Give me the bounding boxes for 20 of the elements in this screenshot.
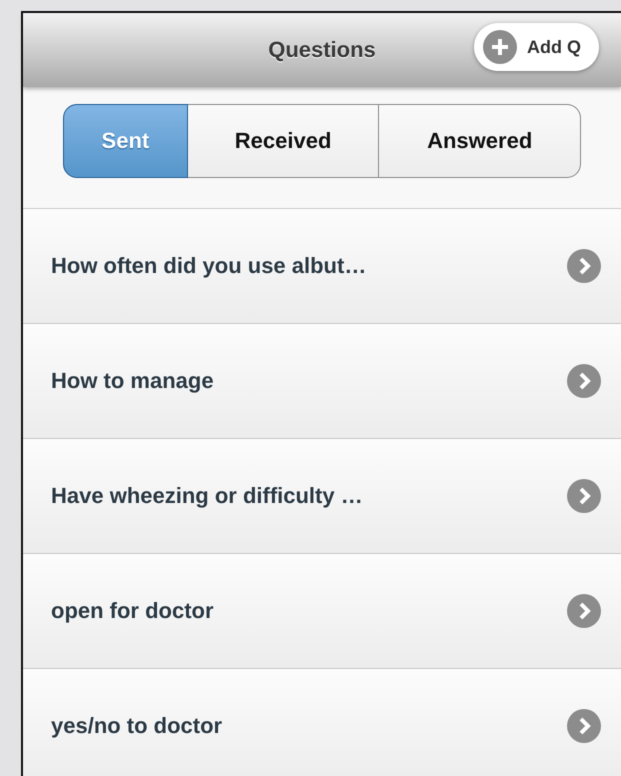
chevron-right-icon <box>567 479 601 513</box>
segment-tab[interactable]: Answered <box>379 104 581 178</box>
question-text: open for doctor <box>51 598 214 624</box>
plus-icon <box>483 30 517 64</box>
segment-tab[interactable]: Received <box>188 104 380 178</box>
question-row[interactable]: How to manage <box>23 324 621 439</box>
add-question-button[interactable]: Add Q <box>474 23 599 71</box>
chevron-right-icon <box>567 249 601 283</box>
question-row[interactable]: yes/no to doctor <box>23 669 621 776</box>
chevron-right-icon <box>567 594 601 628</box>
question-row[interactable]: How often did you use albut… <box>23 209 621 324</box>
question-text: Have wheezing or difficulty … <box>51 483 363 509</box>
question-row[interactable]: Have wheezing or difficulty … <box>23 439 621 554</box>
chevron-right-icon <box>567 364 601 398</box>
chevron-right-icon <box>567 709 601 743</box>
question-text: yes/no to doctor <box>51 713 222 739</box>
question-row[interactable]: open for doctor <box>23 554 621 669</box>
header-title: Questions <box>268 37 376 63</box>
question-text: How often did you use albut… <box>51 253 366 279</box>
question-text: How to manage <box>51 368 214 394</box>
